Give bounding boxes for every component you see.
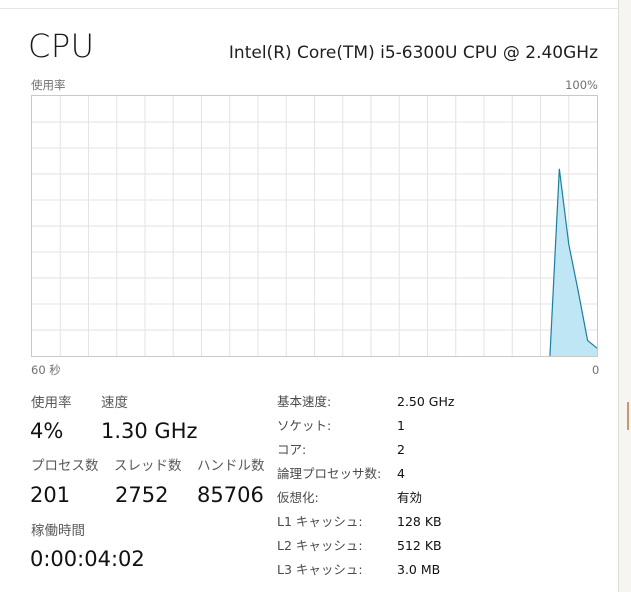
window-right-edge <box>618 0 631 592</box>
uptime-label: 稼働時間 <box>31 523 85 539</box>
page-title: CPU <box>28 27 95 65</box>
info-key-l1-cache: L1 キャッシュ: <box>277 514 363 529</box>
info-value-logical-processors: 4 <box>397 466 405 481</box>
handles-value: 85706 <box>197 483 264 507</box>
uptime-value: 0:00:04:02 <box>30 547 145 571</box>
graph-x-left-label: 60 秒 <box>31 363 61 377</box>
graph-y-max-label: 100% <box>565 78 598 92</box>
info-key-l2-cache: L2 キャッシュ: <box>277 538 363 553</box>
speed-label: 速度 <box>101 395 128 411</box>
info-value-l1-cache: 128 KB <box>397 514 442 529</box>
info-value-virtualization: 有効 <box>397 490 423 505</box>
info-value-cores: 2 <box>397 442 405 457</box>
top-border <box>0 0 618 9</box>
threads-value: 2752 <box>115 483 169 507</box>
scroll-marker <box>627 402 629 430</box>
info-key-l3-cache: L3 キャッシュ: <box>277 562 363 577</box>
handles-label: ハンドル数 <box>197 458 265 474</box>
graph-x-right-label: 0 <box>592 363 600 377</box>
info-value-l3-cache: 3.0 MB <box>397 562 441 577</box>
info-key-virtualization: 仮想化: <box>277 490 319 505</box>
processes-label: プロセス数 <box>31 458 99 474</box>
graph-y-label: 使用率 <box>31 78 66 92</box>
info-key-cores: コア: <box>277 442 307 457</box>
usage-area <box>549 168 597 356</box>
processes-value: 201 <box>30 483 71 507</box>
info-value-l2-cache: 512 KB <box>397 538 442 553</box>
info-key-logical-processors: 論理プロセッサ数: <box>277 466 382 481</box>
usage-label: 使用率 <box>31 395 72 411</box>
cpu-model-name: Intel(R) Core(TM) i5-6300U CPU @ 2.40GHz <box>228 43 598 63</box>
usage-value: 4% <box>30 419 64 443</box>
info-key-sockets: ソケット: <box>277 418 332 433</box>
info-value-sockets: 1 <box>397 418 405 433</box>
info-key-base-speed: 基本速度: <box>277 394 332 409</box>
threads-label: スレッド数 <box>114 458 182 474</box>
info-value-base-speed: 2.50 GHz <box>397 394 455 409</box>
cpu-usage-graph <box>31 95 598 357</box>
cpu-usage-chart <box>32 96 597 356</box>
speed-value: 1.30 GHz <box>101 419 198 443</box>
